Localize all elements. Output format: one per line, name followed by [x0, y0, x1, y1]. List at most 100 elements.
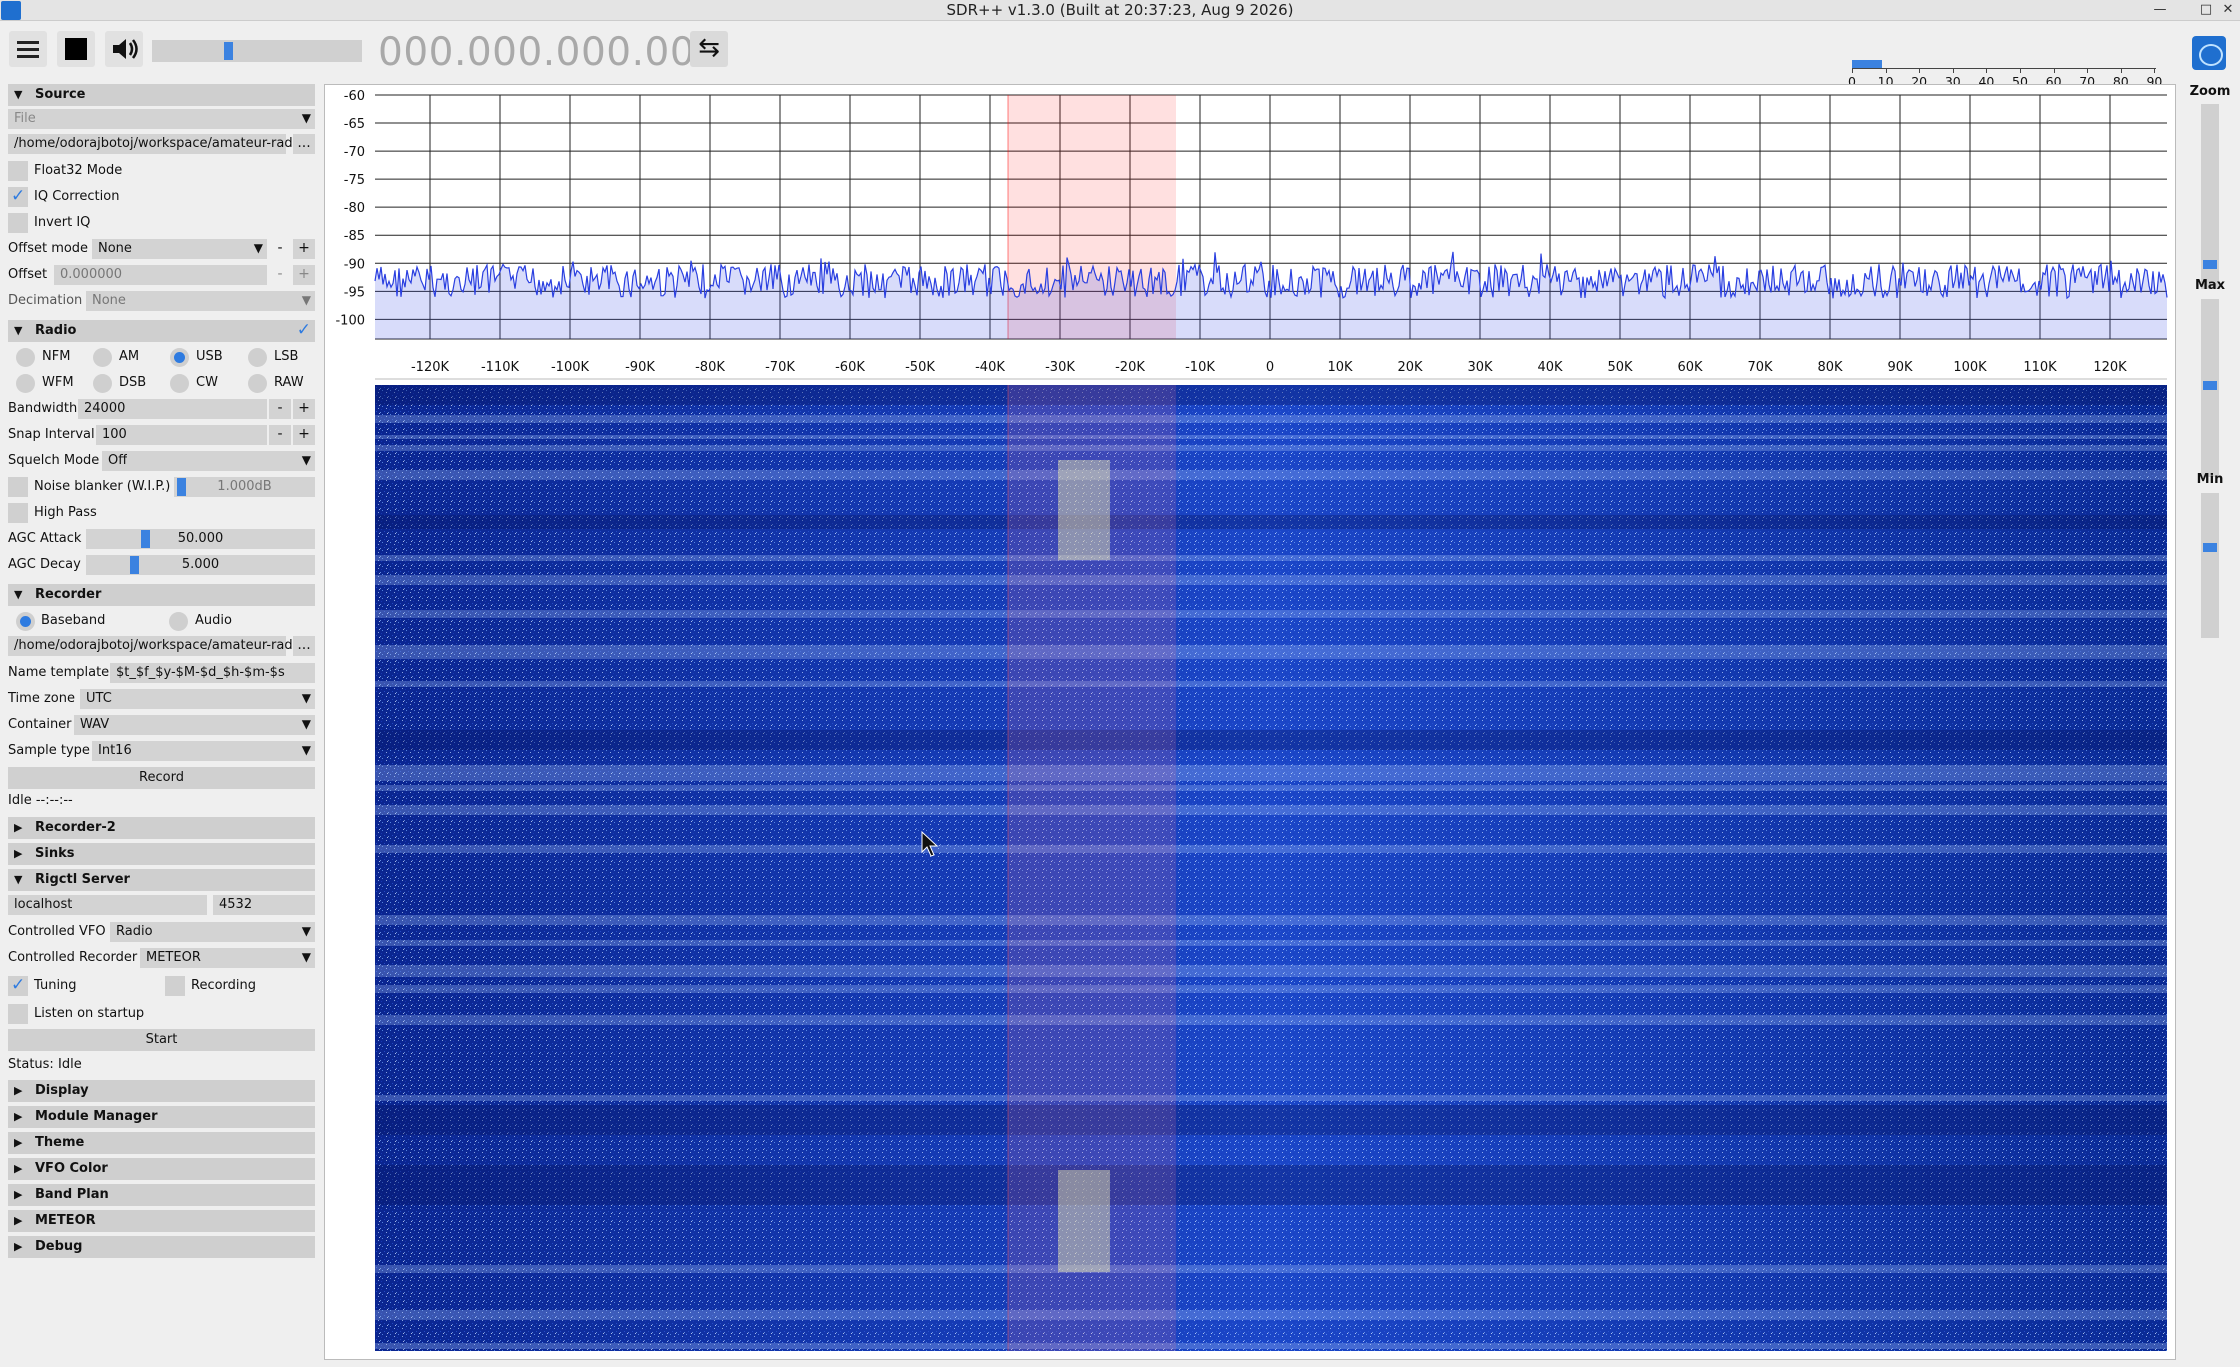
timezone-select[interactable]: UTC ▼	[80, 689, 315, 709]
header-theme[interactable]: ▶ Theme	[8, 1132, 315, 1154]
recorder2-header[interactable]: ▶ Recorder-2	[8, 817, 315, 839]
mode-radio-usb[interactable]	[170, 348, 189, 367]
squelch-mode-select[interactable]: Off ▼	[102, 451, 315, 471]
mode-radio-nfm[interactable]	[16, 348, 35, 367]
right-controls: Zoom Max Min	[2180, 84, 2240, 1367]
max-label: Max	[2194, 278, 2226, 293]
sample-type-select[interactable]: Int16 ▼	[92, 741, 315, 761]
max-slider-thumb[interactable]	[2203, 381, 2217, 390]
high-pass-label: High Pass	[34, 505, 97, 520]
mode-radio-raw[interactable]	[248, 374, 267, 393]
name-template-input[interactable]: $t_$f_$y-$M-$d_$h-$m-$s	[110, 663, 315, 683]
freq-tick-label: -80K	[695, 360, 725, 375]
listen-startup-label: Listen on startup	[34, 1006, 145, 1021]
agc-attack-slider[interactable]: 50.000	[86, 529, 315, 549]
mode-radio-am[interactable]	[93, 348, 112, 367]
offset-minus[interactable]: -	[269, 265, 291, 285]
max-slider[interactable]	[2201, 299, 2219, 477]
bandwidth-input[interactable]: 24000	[78, 399, 267, 419]
header-module-manager[interactable]: ▶ Module Manager	[8, 1106, 315, 1128]
bandwidth-plus[interactable]: +	[293, 399, 315, 419]
header-debug[interactable]: ▶ Debug	[8, 1236, 315, 1258]
controlled-vfo-select[interactable]: Radio ▼	[110, 922, 315, 942]
record-button[interactable]: Record	[8, 767, 315, 789]
radio-enabled-check-icon[interactable]: ✓	[297, 320, 311, 340]
high-pass-checkbox[interactable]	[8, 503, 28, 523]
recorder-path[interactable]: /home/odorajbotoj/workspace/amateur-radi	[8, 636, 296, 656]
snr-meter-bar	[1852, 60, 1882, 68]
waterfall-signal-band	[375, 915, 2167, 925]
snap-interval-input[interactable]: 100	[96, 425, 267, 445]
rigctl-host-input[interactable]: localhost	[8, 895, 207, 915]
waterfall-signal-band	[375, 681, 2167, 687]
rigctl-header[interactable]: ▼ Rigctl Server	[8, 869, 315, 891]
freq-tick-label: 30K	[1467, 360, 1493, 375]
bandwidth-minus[interactable]: -	[269, 399, 291, 419]
waterfall-signal-band	[375, 645, 2167, 659]
container-select[interactable]: WAV ▼	[74, 715, 315, 735]
header-meteor[interactable]: ▶ METEOR	[8, 1210, 315, 1232]
source-type-select[interactable]: File ▼	[8, 109, 315, 129]
offset-mode-plus[interactable]: +	[293, 239, 315, 259]
audio-radio[interactable]	[169, 612, 188, 631]
menu-button[interactable]	[9, 31, 47, 67]
mode-radio-lsb[interactable]	[248, 348, 267, 367]
frequency-display[interactable]: 000.000.000.000	[378, 30, 720, 75]
maximize-button[interactable]: □	[2196, 0, 2216, 21]
expand-triangle-icon: ▶	[14, 1240, 23, 1253]
minimize-button[interactable]: —	[2150, 0, 2170, 21]
source-browse-button[interactable]: ...	[293, 134, 315, 154]
mode-label-am: AM	[119, 349, 140, 364]
min-slider-thumb[interactable]	[2203, 543, 2217, 552]
recorder-browse-button[interactable]: ...	[293, 636, 315, 656]
fft-spectrum[interactable]: -60 -65 -70 -75 -80 -85 -90 -95 -100 -120K -110K -1…	[325, 85, 2175, 1359]
zoom-slider-thumb[interactable]	[2203, 260, 2217, 269]
volume-button[interactable]	[105, 31, 143, 67]
iq-correction-checkbox[interactable]	[8, 186, 28, 207]
offset-input[interactable]: 0.000000	[54, 265, 267, 285]
snap-plus[interactable]: +	[293, 425, 315, 445]
snap-minus[interactable]: -	[269, 425, 291, 445]
noise-blanker-slider[interactable]: 1.000dB	[174, 477, 315, 497]
offset-mode-select[interactable]: None ▼	[92, 239, 267, 259]
baseband-radio[interactable]	[16, 612, 35, 631]
volume-slider-thumb[interactable]	[224, 42, 233, 60]
agc-decay-slider[interactable]: 5.000	[86, 555, 315, 575]
offset-mode-minus[interactable]: -	[269, 239, 291, 259]
recorder-header[interactable]: ▼ Recorder	[8, 584, 315, 606]
mode-radio-wfm[interactable]	[16, 374, 35, 393]
offset-plus[interactable]: +	[293, 265, 315, 285]
controlled-vfo-label: Controlled VFO	[8, 924, 106, 939]
rigctl-start-button[interactable]: Start	[8, 1029, 315, 1051]
rigctl-port-input[interactable]: 4532	[213, 895, 315, 915]
header-display[interactable]: ▶ Display	[8, 1080, 315, 1102]
header-vfo-color[interactable]: ▶ VFO Color	[8, 1158, 315, 1180]
mode-radio-cw[interactable]	[170, 374, 189, 393]
recording-checkbox[interactable]	[165, 976, 185, 996]
zoom-slider[interactable]	[2201, 104, 2219, 289]
header-band-plan[interactable]: ▶ Band Plan	[8, 1184, 315, 1206]
source-header[interactable]: ▼ Source	[8, 84, 315, 106]
float32-checkbox[interactable]	[8, 161, 28, 181]
decimation-select[interactable]: None ▼	[86, 291, 315, 311]
tuning-mode-button[interactable]: ⇆	[690, 31, 728, 67]
stop-button[interactable]	[57, 31, 95, 67]
close-button[interactable]: ✕	[2218, 0, 2238, 21]
mode-radio-dsb[interactable]	[93, 374, 112, 393]
speaker-icon	[113, 39, 138, 59]
freq-tick-label: 110K	[2023, 360, 2057, 375]
sinks-header[interactable]: ▶ Sinks	[8, 843, 315, 865]
noise-blanker-checkbox[interactable]	[8, 477, 28, 497]
controlled-recorder-select[interactable]: METEOR ▼	[140, 948, 315, 968]
source-file-path[interactable]: /home/odorajbotoj/workspace/amateur-radi	[8, 134, 296, 154]
snr-tick	[1885, 68, 1887, 73]
min-slider[interactable]	[2201, 493, 2219, 638]
tuning-checkbox[interactable]	[8, 975, 28, 996]
invert-iq-checkbox[interactable]	[8, 213, 28, 233]
volume-slider[interactable]	[152, 40, 362, 62]
db-tick-label: -70	[344, 145, 365, 160]
radio-header[interactable]: ▼ Radio ✓	[8, 320, 315, 342]
listen-startup-checkbox[interactable]	[8, 1004, 28, 1024]
waterfall-quiet-band	[375, 1165, 2167, 1205]
plot-area[interactable]: -60 -65 -70 -75 -80 -85 -90 -95 -100 -120K -110K -1…	[324, 84, 2176, 1360]
